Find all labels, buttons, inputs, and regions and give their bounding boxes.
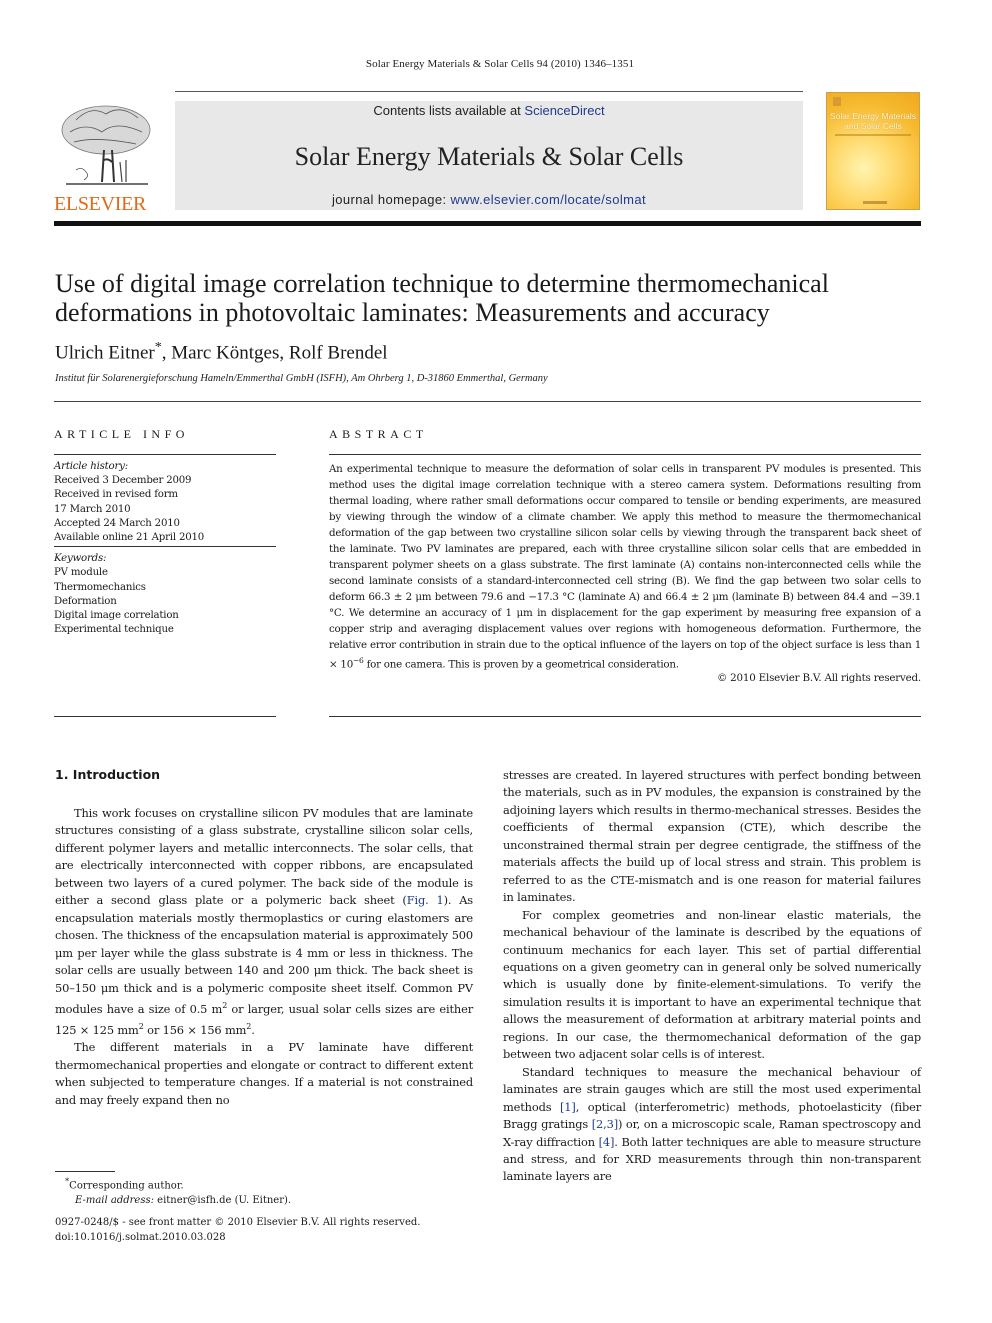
figure-link[interactable]: Fig. 1 [407, 893, 444, 907]
contents-prefix: Contents lists available at [373, 103, 525, 118]
body-paragraph: This work focuses on crystalline silicon… [55, 805, 473, 1039]
keyword-item: PV module [54, 567, 108, 579]
corresponding-author-mark[interactable]: * [155, 340, 162, 355]
section-heading-introduction: 1. Introduction [55, 767, 161, 782]
history-label: Article history: [54, 461, 128, 472]
history-item: 17 March 2010 [54, 503, 131, 515]
cover-logo-icon [833, 97, 841, 106]
abstract-copyright: © 2010 Elsevier B.V. All rights reserved… [717, 672, 921, 685]
reference-link[interactable]: [1] [560, 1100, 576, 1114]
article-info-heading: ARTICLE INFO [54, 427, 189, 441]
body-column-left: This work focuses on crystalline silicon… [55, 805, 473, 1109]
issn-line: 0927-0248/$ - see front matter © 2010 El… [55, 1217, 421, 1228]
footnotes: *Corresponding author. E-mail address: e… [55, 1174, 291, 1208]
author-name[interactable]: Rolf Brendel [289, 342, 388, 363]
running-head: Solar Energy Materials & Solar Cells 94 … [365, 58, 635, 70]
elsevier-logo[interactable]: ELSEVIER [54, 100, 158, 215]
affiliation-rule [54, 401, 921, 402]
article-title: Use of digital image correlation techniq… [55, 269, 829, 327]
author-list: Ulrich Eitner*, Marc Köntges, Rolf Brend… [55, 340, 388, 364]
email-note: E-mail address: eitner@isfh.de (U. Eitne… [55, 1194, 291, 1209]
email-label: E-mail address: [75, 1194, 154, 1206]
text-run: ). As encapsulation materials mostly the… [55, 893, 474, 1016]
contents-availability: Contents lists available at ScienceDirec… [175, 102, 803, 120]
footnote-rule [55, 1171, 115, 1172]
keyword-item: Experimental technique [54, 624, 174, 636]
affiliation: Institut für Solarenergieforschung Hamel… [55, 373, 548, 384]
cover-footer-mark [863, 201, 887, 204]
text-run: or 156 × 156 mm [143, 1023, 247, 1038]
article-info-panel: ARTICLE INFO Article history: Received 3… [54, 427, 276, 637]
footnote-text: Corresponding author. [69, 1180, 184, 1192]
email-address[interactable]: eitner@isfh.de (U. Eitner). [154, 1195, 291, 1206]
journal-cover-thumbnail[interactable]: Solar Energy Materials and Solar Cells [826, 92, 920, 210]
article-info-rule [54, 454, 276, 455]
abstract-text-part: for one camera. This is proven by a geom… [363, 658, 679, 671]
publisher-wordmark: ELSEVIER [54, 193, 147, 215]
keywords: Keywords: PV module Thermomechanics Defo… [54, 552, 276, 637]
homepage-link[interactable]: www.elsevier.com/locate/solmat [450, 192, 646, 207]
abstract-exponent: −6 [353, 656, 364, 665]
reference-link[interactable]: [4] [599, 1135, 615, 1149]
body-column-right: stresses are created. In layered structu… [503, 767, 921, 1186]
body-paragraph: Standard techniques to measure the mecha… [503, 1064, 921, 1186]
abstract-bottom-rule [329, 716, 921, 717]
journal-homepage: journal homepage: www.elsevier.com/locat… [175, 192, 803, 207]
abstract-text: An experimental technique to measure the… [329, 461, 921, 672]
cover-title: Solar Energy Materials and Solar Cells [830, 111, 916, 131]
header-top-rule [175, 91, 803, 92]
tree-icon [61, 105, 151, 185]
author-separator: , [279, 342, 289, 364]
corresponding-author-note: *Corresponding author. [55, 1174, 291, 1194]
journal-banner: Contents lists available at ScienceDirec… [175, 101, 803, 210]
author-name[interactable]: Ulrich Eitner [55, 342, 155, 363]
keyword-item: Deformation [54, 595, 117, 607]
abstract-heading: ABSTRACT [329, 427, 428, 441]
cover-subtitle-line [835, 134, 911, 136]
abstract-rule [329, 454, 921, 455]
history-item: Received in revised form [54, 489, 178, 501]
homepage-prefix: journal homepage: [331, 192, 451, 207]
keyword-item: Thermomechanics [54, 581, 146, 593]
body-paragraph: The different materials in a PV laminate… [55, 1040, 473, 1107]
abstract-text-part: An experimental technique to measure the… [329, 463, 921, 671]
abstract-panel: ABSTRACT An experimental technique to me… [329, 427, 921, 684]
body-paragraph: For complex geometries and non-linear el… [503, 907, 921, 1062]
header-bottom-rule [54, 221, 921, 226]
author-separator: , [161, 342, 172, 364]
keyword-item: Digital image correlation [54, 610, 179, 622]
article-info-bottom-rule [54, 716, 276, 717]
history-item: Received 3 December 2009 [54, 475, 192, 487]
sciencedirect-link[interactable]: ScienceDirect [524, 103, 604, 118]
article-history: Article history: Received 3 December 200… [54, 460, 276, 545]
keywords-label: Keywords: [54, 553, 107, 565]
doi[interactable]: doi:10.1016/j.solmat.2010.03.028 [55, 1231, 420, 1246]
reference-link[interactable]: [2,3] [592, 1117, 618, 1131]
text-run: . [251, 1023, 255, 1038]
author-name[interactable]: Marc Köntges [171, 342, 279, 363]
journal-name: Solar Energy Materials & Solar Cells [294, 142, 684, 171]
history-item: Available online 21 April 2010 [54, 532, 205, 544]
history-rule [54, 546, 276, 548]
front-matter: 0927-0248/$ - see front matter © 2010 El… [55, 1216, 420, 1245]
body-paragraph: stresses are created. In layered structu… [503, 768, 921, 905]
history-item: Accepted 24 March 2010 [54, 517, 180, 529]
